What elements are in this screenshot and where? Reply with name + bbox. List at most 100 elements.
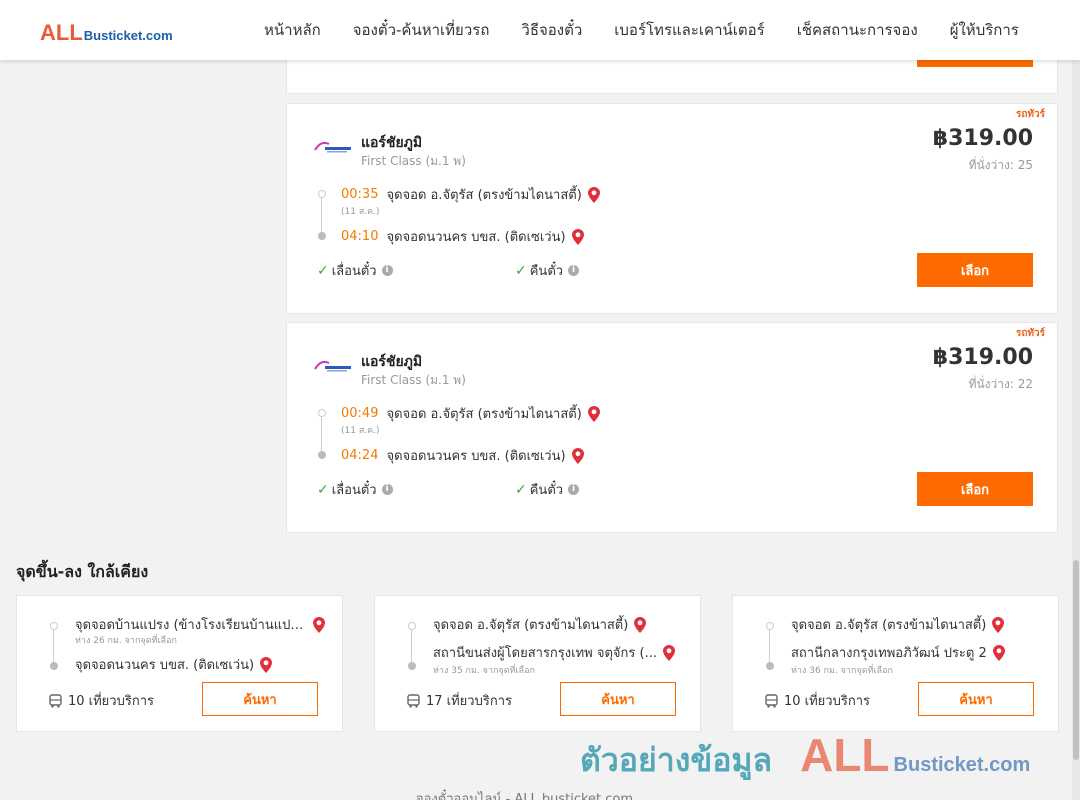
- trip-count-label: 10 เที่ยวบริการ: [68, 694, 154, 709]
- bus-icon: [49, 693, 62, 708]
- seats-available: ที่นั่งว่าง: 22: [968, 377, 1033, 391]
- map-pin-icon[interactable]: [571, 228, 584, 245]
- trip-count: 10 เที่ยวบริการ: [765, 690, 870, 711]
- map-pin-icon[interactable]: [587, 405, 600, 422]
- nearby-route-card: จุดจอดบ้านแปรง (ข้างโรงเรียนบ้านแปร... ห…: [16, 595, 343, 732]
- departure-date: (11 ส.ค.): [341, 426, 380, 436]
- departure-time: 00:49: [341, 406, 379, 421]
- route-timeline: [49, 622, 59, 670]
- arrival-stop: จุดจอดนวนคร บขส. (ติดเซเว่น): [386, 230, 566, 245]
- departure-time: 00:35: [341, 187, 379, 202]
- route-timeline: [317, 190, 327, 240]
- bus-icon: [765, 693, 778, 708]
- feature-reschedule: ✓ เลื่อนตั๋ว i: [317, 479, 393, 500]
- map-pin-icon[interactable]: [587, 186, 600, 203]
- nav-check-booking[interactable]: เช็คสถานะการจอง: [797, 18, 918, 42]
- nav-book-search[interactable]: จองตั๋ว-ค้นหาเที่ยวรถ: [353, 18, 490, 42]
- operator-logo-icon: [314, 141, 351, 153]
- operator-name: แอร์ชัยภูมิ: [361, 354, 423, 370]
- select-trip-button[interactable]: เลือก: [917, 253, 1033, 287]
- bus-icon: [407, 693, 420, 708]
- select-trip-button[interactable]: เลือก: [917, 472, 1033, 506]
- departure-stop: จุดจอด อ.จัตุรัส (ตรงข้ามไดนาสตี้): [386, 407, 582, 422]
- info-icon[interactable]: i: [381, 265, 393, 276]
- info-icon[interactable]: i: [568, 484, 580, 495]
- info-icon[interactable]: i: [568, 265, 580, 276]
- departure-row: 00:35 จุดจอด อ.จัตุรัส (ตรงข้ามไดนาสตี้): [341, 184, 600, 205]
- departure-date: (11 ส.ค.): [341, 207, 380, 217]
- footer-text: จองตั๋วออนไลน์ - ALL busticket.com: [416, 792, 634, 800]
- to-distance: ห่าง 36 กม. จากจุดที่เลือก: [791, 666, 893, 676]
- watermark-text: ตัวอย่างข้อมูล: [580, 741, 773, 779]
- from-stop: จุดจอด อ.จัตุรัส (ตรงข้ามไดนาสตี้): [433, 618, 629, 633]
- scrollbar-thumb[interactable]: [1073, 560, 1079, 760]
- site-logo[interactable]: ALL Busticket.com: [40, 20, 173, 46]
- nearby-stops-title: จุดขึ้น-ลง ใกล้เคียง: [16, 562, 149, 581]
- trip-card: รถทัวร์ แอร์ชัยภูมิ First Class (ม.1 พ) …: [286, 322, 1058, 533]
- departure-stop: จุดจอด อ.จัตุรัส (ตรงข้ามไดนาสตี้): [386, 188, 582, 203]
- route-timeline: [765, 622, 775, 670]
- site-header: ALL Busticket.com หน้าหลัก จองตั๋ว-ค้นหา…: [0, 0, 1080, 60]
- check-icon: ✓: [317, 481, 329, 498]
- feature-label: คืนตั๋ว: [529, 264, 564, 279]
- map-pin-icon[interactable]: [634, 616, 647, 633]
- search-route-button[interactable]: ค้นหา: [202, 682, 318, 716]
- seats-available: ที่นั่งว่าง: 25: [968, 158, 1033, 172]
- main-nav: หน้าหลัก จองตั๋ว-ค้นหาเที่ยวรถ วิธีจองตั…: [248, 0, 1035, 60]
- map-pin-icon[interactable]: [313, 616, 325, 633]
- to-distance: ห่าง 35 กม. จากจุดที่เลือก: [433, 666, 535, 676]
- nearby-route-card: จุดจอด อ.จัตุรัส (ตรงข้ามไดนาสตี้) สถานี…: [732, 595, 1059, 732]
- from-distance: ห่าง 26 กม. จากจุดที่เลือก: [75, 636, 177, 646]
- bus-type-badge: รถทัวร์: [1015, 109, 1045, 120]
- ticket-price: ฿319.00: [932, 126, 1033, 151]
- page-scrollbar[interactable]: [1072, 60, 1080, 800]
- feature-label: เลื่อนตั๋ว: [331, 483, 377, 498]
- arrival-row: 04:24 จุดจอดนวนคร บขส. (ติดเซเว่น): [341, 445, 584, 466]
- feature-label: เลื่อนตั๋ว: [331, 264, 377, 279]
- arrival-row: 04:10 จุดจอดนวนคร บขส. (ติดเซเว่น): [341, 226, 584, 247]
- nav-how-to-book[interactable]: วิธีจองตั๋ว: [521, 18, 582, 42]
- trip-count-label: 10 เที่ยวบริการ: [784, 694, 870, 709]
- watermark-busticket: Busticket.com: [893, 754, 1031, 776]
- search-route-button[interactable]: ค้นหา: [560, 682, 676, 716]
- search-route-button[interactable]: ค้นหา: [918, 682, 1034, 716]
- check-icon: ✓: [515, 481, 527, 498]
- feature-refund: ✓ คืนตั๋ว i: [515, 479, 580, 500]
- map-pin-icon[interactable]: [992, 616, 1005, 633]
- arrival-stop: จุดจอดนวนคร บขส. (ติดเซเว่น): [386, 449, 566, 464]
- nav-contact-counter[interactable]: เบอร์โทรและเคาน์เตอร์: [614, 18, 764, 42]
- map-pin-icon[interactable]: [260, 656, 273, 673]
- trip-count: 10 เที่ยวบริการ: [49, 690, 154, 711]
- to-stop: จุดจอดนวนคร บขส. (ติดเซเว่น): [75, 658, 255, 673]
- nav-operators[interactable]: ผู้ให้บริการ: [950, 18, 1019, 42]
- trip-card: รถทัวร์ แอร์ชัยภูมิ First Class (ม.1 พ) …: [286, 103, 1058, 314]
- departure-row: 00:49 จุดจอด อ.จัตุรัส (ตรงข้ามไดนาสตี้): [341, 403, 600, 424]
- info-icon[interactable]: i: [381, 484, 393, 495]
- check-icon: ✓: [317, 262, 329, 279]
- operator-name: แอร์ชัยภูมิ: [361, 135, 423, 151]
- nearby-to: สถานีกลางกรุงเทพอภิวัฒน์ ประตู 2: [791, 642, 1005, 663]
- to-stop: สถานีขนส่งผู้โดยสารกรุงเทพ จตุจักร (...: [433, 646, 657, 661]
- arrival-time: 04:24: [341, 448, 379, 463]
- nav-home[interactable]: หน้าหลัก: [264, 18, 321, 42]
- logo-all: ALL: [40, 20, 83, 45]
- map-pin-icon[interactable]: [571, 447, 584, 464]
- bus-type-badge: รถทัวร์: [1015, 328, 1045, 339]
- map-pin-icon[interactable]: [992, 644, 1005, 661]
- from-stop: จุดจอด อ.จัตุรัส (ตรงข้ามไดนาสตี้): [791, 618, 987, 633]
- nearby-from: จุดจอดบ้านแปรง (ข้างโรงเรียนบ้านแปร...: [75, 614, 325, 635]
- check-icon: ✓: [515, 262, 527, 279]
- trip-count-label: 17 เที่ยวบริการ: [426, 694, 512, 709]
- arrival-time: 04:10: [341, 229, 379, 244]
- logo-busticket: Busticket.com: [83, 28, 173, 43]
- feature-label: คืนตั๋ว: [529, 483, 564, 498]
- feature-refund: ✓ คืนตั๋ว i: [515, 260, 580, 281]
- operator-logo-icon: [314, 360, 351, 372]
- route-timeline: [407, 622, 417, 670]
- to-stop: สถานีกลางกรุงเทพอภิวัฒน์ ประตู 2: [791, 646, 987, 661]
- from-stop: จุดจอดบ้านแปรง (ข้างโรงเรียนบ้านแปร...: [75, 618, 307, 633]
- feature-reschedule: ✓ เลื่อนตั๋ว i: [317, 260, 393, 281]
- map-pin-icon[interactable]: [662, 644, 675, 661]
- watermark-all: ALL: [800, 729, 890, 781]
- sample-watermark: ตัวอย่างข้อมูล ALL Busticket.com: [580, 728, 1030, 786]
